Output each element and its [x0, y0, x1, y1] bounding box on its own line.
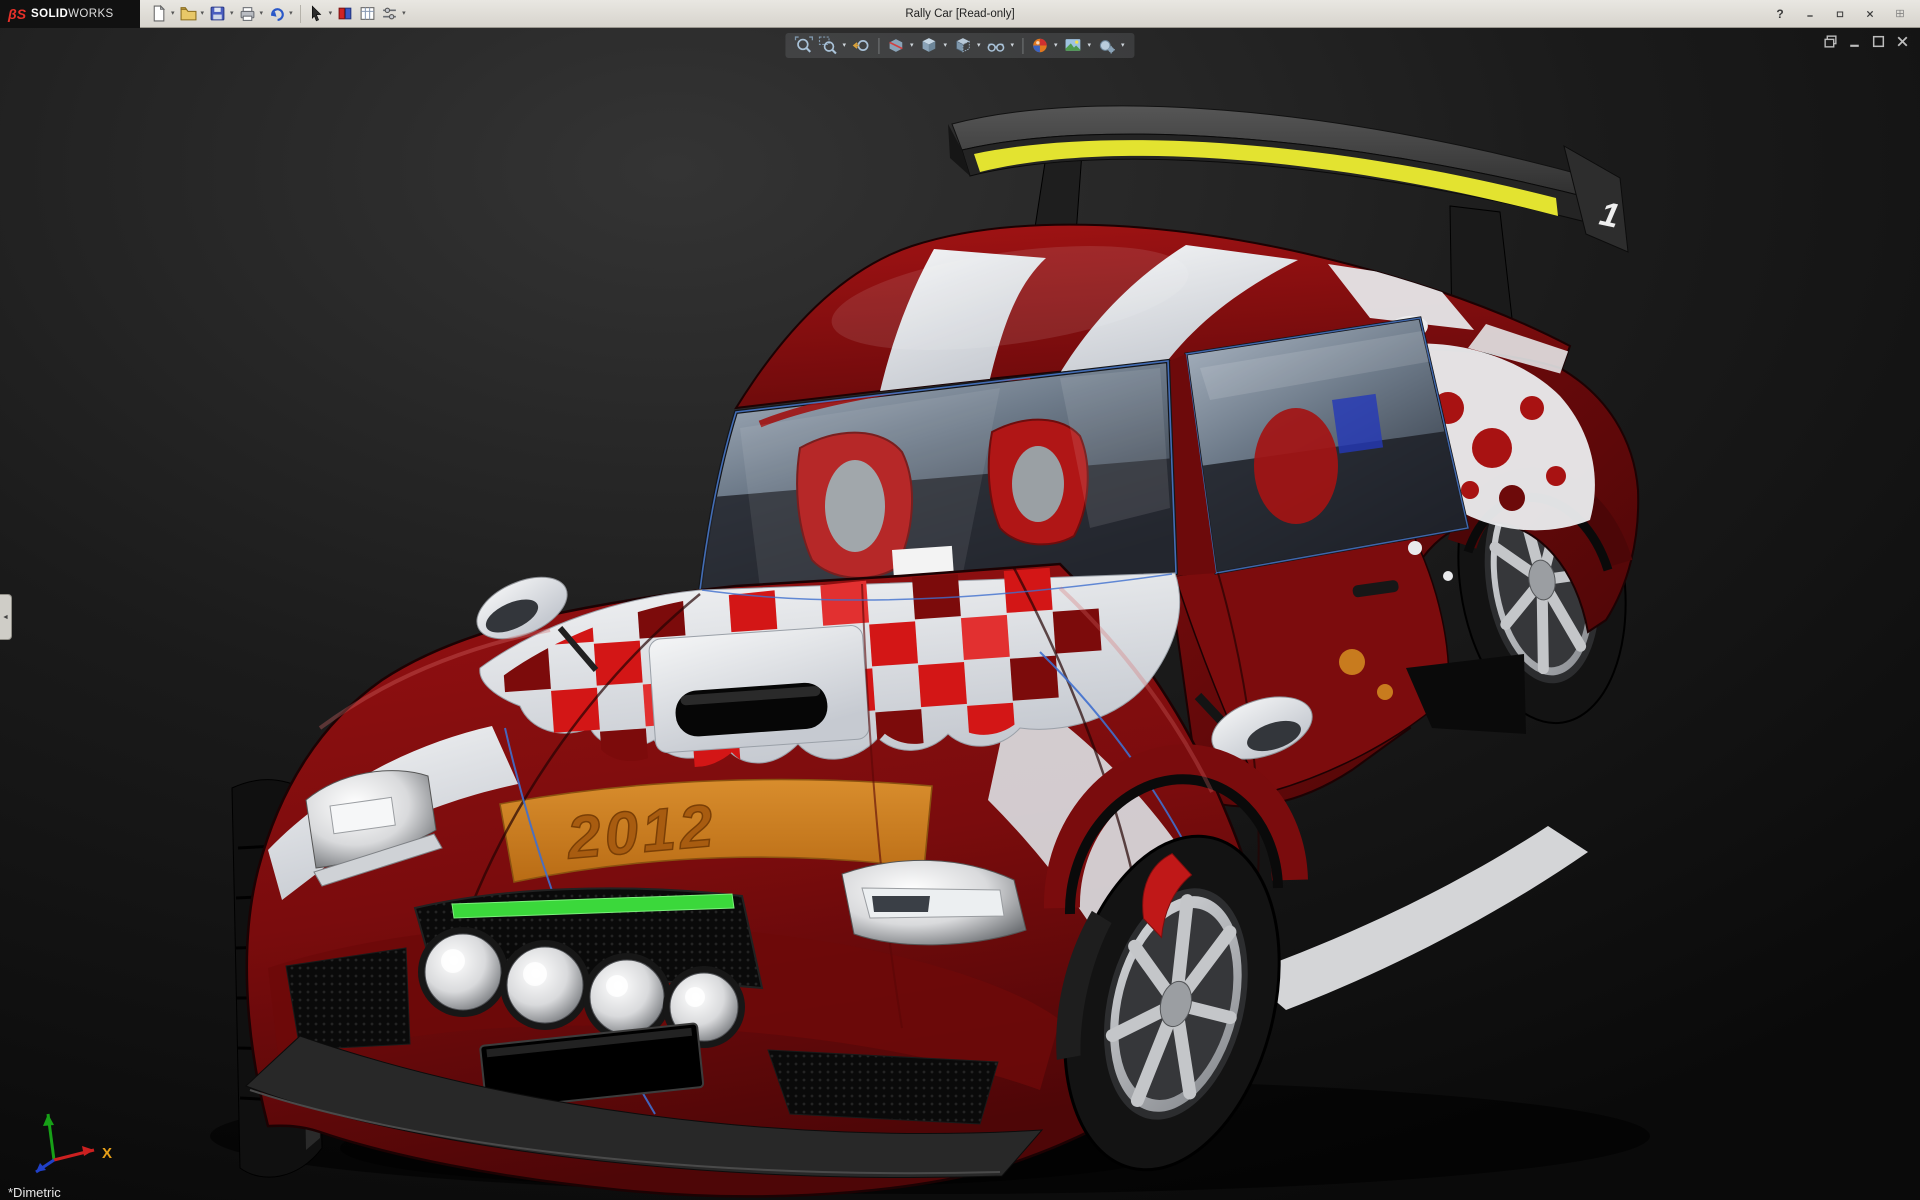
printer-icon [240, 7, 254, 21]
section-view-icon [888, 39, 903, 52]
dropdown-arrow[interactable]: ▾ [1053, 42, 1060, 49]
view-orientation-label: *Dimetric [8, 1185, 61, 1200]
triad-x-label: X [102, 1145, 112, 1162]
print-button[interactable] [237, 3, 258, 24]
dropdown-arrow[interactable]: ▾ [1087, 42, 1094, 49]
document-window-controls [1823, 34, 1910, 49]
display-style-button[interactable] [952, 35, 973, 56]
center-intake [767, 1049, 999, 1125]
dropdown-arrow[interactable]: ▾ [259, 10, 266, 17]
zoom-to-area-icon [818, 36, 837, 55]
minimize-icon [1807, 14, 1813, 17]
dropdown-arrow[interactable]: ▾ [401, 10, 408, 17]
doc-minimize-icon [1850, 44, 1859, 47]
brand-text: SOLIDWORKS [31, 8, 114, 20]
close-icon [1866, 10, 1874, 17]
previous-view-icon [852, 40, 868, 51]
doc-close-button[interactable] [1895, 34, 1910, 49]
dropdown-arrow[interactable]: ▾ [170, 10, 177, 17]
doc-restore-button[interactable] [1823, 34, 1838, 49]
view-settings-icon [1099, 40, 1115, 54]
solidworks-logo: βS SOLIDWORKS [0, 0, 140, 28]
options-sliders-icon [383, 7, 396, 20]
options-button[interactable] [379, 3, 400, 24]
dropdown-arrow[interactable]: ▾ [909, 42, 916, 49]
dropdown-arrow[interactable]: ▾ [841, 42, 848, 49]
minimize-button[interactable] [1800, 4, 1820, 24]
dropdown-arrow[interactable]: ▾ [328, 10, 335, 17]
undo-arrow-icon [271, 8, 284, 21]
titlebar: βS SOLIDWORKS ▾ ▾ ▾ ▾ ▾ ▾ ▾ Rally Car [R… [0, 0, 1920, 28]
doc-close-icon [1897, 36, 1908, 47]
doc-minimize-button[interactable] [1847, 34, 1862, 49]
zoom-to-fit-button[interactable] [793, 35, 814, 56]
dropdown-arrow[interactable]: ▾ [288, 10, 295, 17]
doc-maximize-button[interactable] [1871, 34, 1886, 49]
apply-scene-button[interactable] [1063, 35, 1084, 56]
design-table-button[interactable] [357, 3, 378, 24]
color-swatch-icon [338, 7, 352, 20]
hide-show-glasses-icon [987, 43, 1005, 52]
new-document-button[interactable] [148, 3, 169, 24]
brand-solid: SOLID [31, 7, 69, 20]
previous-view-button[interactable] [851, 35, 872, 56]
heads-up-view-toolbar: ▾ ▾ ▾ ▾ ▾ ▾ ▾ ▾ [785, 33, 1135, 58]
dropdown-arrow[interactable]: ▾ [1010, 42, 1017, 49]
rally-car-model[interactable]: 1 2012 [0, 28, 1920, 1200]
section-view-button[interactable] [885, 35, 906, 56]
side-window[interactable] [1184, 316, 1470, 575]
view-settings-button[interactable] [1096, 35, 1117, 56]
feature-panel-collapse-tab[interactable]: ◄ [0, 594, 12, 640]
save-floppy-icon [210, 6, 225, 21]
dropdown-arrow[interactable]: ▾ [942, 42, 949, 49]
window-controls: ? [1770, 4, 1920, 24]
open-folder-icon [180, 7, 196, 21]
edit-appearance-ball-icon [1032, 38, 1047, 53]
layout-grid-button[interactable] [1890, 4, 1910, 24]
layout-grid-icon [1896, 9, 1904, 18]
doc-maximize-icon [1872, 35, 1885, 48]
color-swatch-button[interactable] [335, 3, 356, 24]
zoom-to-area-button[interactable] [817, 35, 838, 56]
hide-show-items-button[interactable] [986, 35, 1007, 56]
design-table-icon [360, 7, 375, 20]
solidworks-window: βS SOLIDWORKS ▾ ▾ ▾ ▾ ▾ ▾ ▾ Rally Car [R… [0, 0, 1920, 1200]
hood-scoop[interactable] [648, 625, 870, 754]
toolbar-separator [299, 4, 301, 23]
restore-button[interactable] [1830, 4, 1850, 24]
hood-year-text: 2012 [564, 792, 720, 872]
open-button[interactable] [178, 3, 199, 24]
reference-triad: X [35, 1113, 112, 1174]
apply-scene-icon [1065, 39, 1081, 51]
dropdown-arrow[interactable]: ▾ [229, 10, 236, 17]
brand-works: WORKS [68, 7, 114, 20]
view-orientation-cube-icon [922, 38, 936, 52]
display-style-icon [955, 38, 970, 53]
doc-restore-icon [1824, 35, 1837, 48]
left-intake [285, 947, 411, 1051]
select-cursor-icon [311, 5, 321, 22]
new-document-icon [153, 5, 166, 22]
view-orientation-button[interactable] [918, 35, 939, 56]
close-button[interactable] [1860, 4, 1880, 24]
help-button[interactable]: ? [1770, 4, 1790, 24]
zoom-to-fit-icon [794, 36, 814, 53]
right-headlight[interactable] [841, 859, 1027, 946]
standard-toolbar: ▾ ▾ ▾ ▾ ▾ ▾ ▾ [140, 3, 408, 24]
toolbar-separator [1022, 37, 1024, 54]
3ds-logo-icon: βS [8, 5, 27, 22]
dropdown-arrow[interactable]: ▾ [976, 42, 983, 49]
restore-icon [1836, 11, 1844, 17]
select-button[interactable] [306, 3, 327, 24]
dropdown-arrow[interactable]: ▾ [1120, 42, 1127, 49]
edit-appearance-button[interactable] [1029, 35, 1050, 56]
dropdown-arrow[interactable]: ▾ [200, 10, 207, 17]
save-button[interactable] [207, 3, 228, 24]
toolbar-separator [877, 37, 879, 54]
graphics-area[interactable]: 1 2012 ▾ ▾ ▾ ▾ ▾ ▾ ▾ ▾ ◄ X *Dimetric [0, 28, 1920, 1200]
undo-button[interactable] [266, 3, 287, 24]
